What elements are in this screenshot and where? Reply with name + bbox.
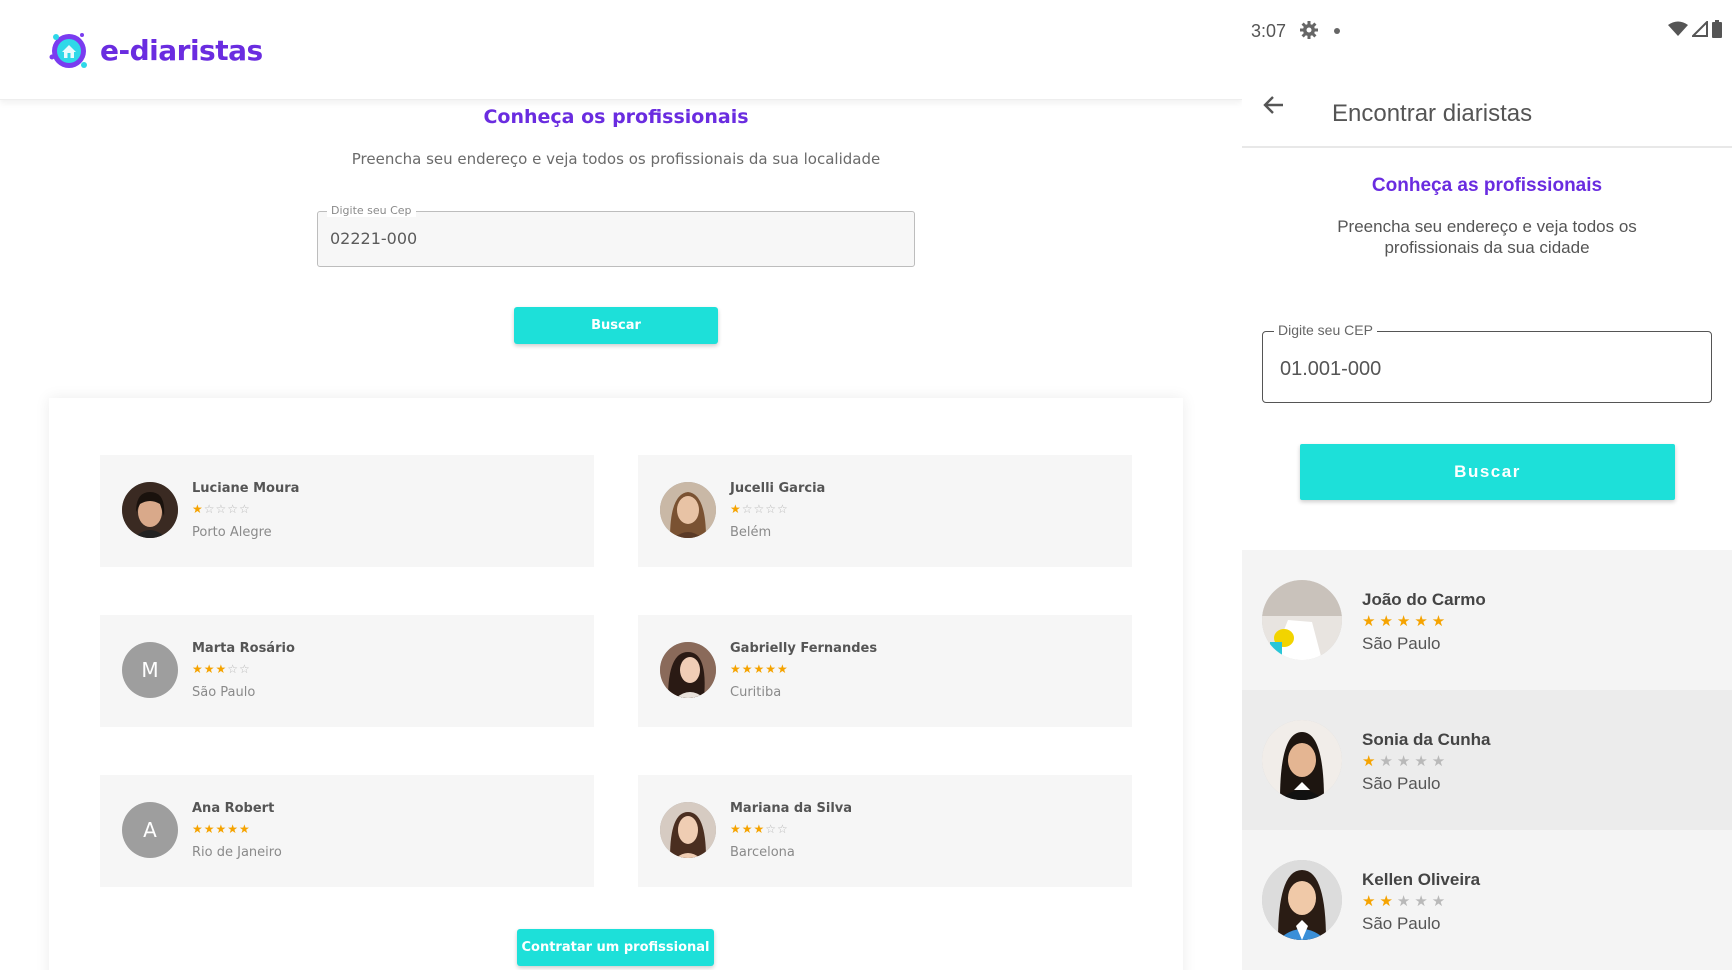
avatar [660, 482, 716, 538]
mobile-page-title: Conheça as profissionais [1371, 175, 1603, 196]
rating-stars: ★★★★★ [192, 822, 251, 836]
web-header: e-diaristas [0, 0, 1242, 100]
hire-button[interactable]: Contratar um profissional [517, 929, 714, 966]
professional-name: Gabrielly Fernandes [730, 641, 878, 656]
avatar-initial: M [122, 642, 178, 698]
search-button[interactable]: Buscar [514, 307, 718, 344]
professional-city: São Paulo [192, 685, 256, 700]
wifi-icon [1668, 21, 1688, 36]
rating-stars: ★★★★★ [1362, 893, 1450, 910]
professional-card[interactable]: A Ana Robert ★★★★★ Rio de Janeiro [100, 775, 594, 887]
professional-card[interactable]: Jucelli Garcia ★☆☆☆☆ Belém [638, 455, 1132, 567]
professional-name: Kellen Oliveira [1362, 870, 1481, 889]
mobile-cep-field[interactable]: Digite seu CEP [1262, 322, 1712, 403]
status-icons [1668, 20, 1722, 38]
professional-card[interactable]: Luciane Moura ★☆☆☆☆ Porto Alegre [100, 455, 594, 567]
house-logo-icon [49, 33, 87, 68]
status-bar: 3:07 [1242, 0, 1732, 62]
professional-name: Marta Rosário [192, 641, 295, 656]
page-title: Conheça os profissionais [483, 106, 749, 128]
avatar [660, 642, 716, 698]
mobile-search-button[interactable]: Buscar [1300, 444, 1675, 500]
page-subtitle: Preencha seu endereço e veja todos os pr… [351, 150, 881, 168]
professional-card[interactable]: M Marta Rosário ★★★☆☆ São Paulo [100, 615, 594, 727]
professional-city: São Paulo [1362, 774, 1441, 793]
avatar [1262, 580, 1342, 660]
rating-stars: ★★★★★ [730, 662, 789, 676]
professional-name: Mariana da Silva [730, 801, 853, 816]
list-item[interactable]: Kellen Oliveira ★★★★★ São Paulo [1242, 830, 1732, 970]
professional-city: Curitiba [730, 685, 782, 700]
professional-city: São Paulo [1362, 914, 1441, 933]
list-item[interactable]: Sonia da Cunha ★★★★★ São Paulo [1242, 690, 1732, 830]
mobile-app: 3:07 Encontrar diaristas Conheça as prof… [1242, 0, 1732, 970]
brand-name: e-diaristas [100, 33, 263, 67]
rating-stars: ★★★★★ [1362, 753, 1450, 770]
list-item[interactable]: João do Carmo ★★★★★ São Paulo [1242, 550, 1732, 690]
avatar [1262, 860, 1342, 940]
professional-name: Jucelli Garcia [730, 481, 826, 496]
battery-icon [1712, 20, 1722, 38]
professional-name: João do Carmo [1362, 590, 1486, 609]
professional-name: Ana Robert [192, 801, 275, 816]
rating-stars: ★★★☆☆ [730, 822, 789, 836]
back-arrow-icon[interactable] [1262, 93, 1286, 117]
professional-city: Belém [730, 525, 772, 540]
mobile-page-subtitle: Preencha seu endereço e veja todos os pr… [1337, 217, 1637, 257]
rating-stars: ★★★☆☆ [192, 662, 251, 676]
mobile-professionals-list: João do Carmo ★★★★★ São Paulo Sonia da C… [1242, 550, 1732, 970]
app-bar: Encontrar diaristas [1242, 62, 1732, 148]
cep-input[interactable] [330, 229, 890, 248]
professional-city: São Paulo [1362, 634, 1441, 653]
professional-name: Sonia da Cunha [1362, 730, 1491, 749]
avatar [122, 482, 178, 538]
screenshot-root: e-diaristas Conheça os profissionais Pre… [0, 0, 1732, 970]
professionals-panel: Luciane Moura ★☆☆☆☆ Porto Alegre Jucelli… [49, 398, 1183, 970]
professional-city: Porto Alegre [192, 525, 272, 540]
notification-dot-icon [1334, 28, 1340, 34]
professional-name: Luciane Moura [192, 481, 300, 496]
cep-field[interactable]: Digite seu Cep [317, 204, 915, 267]
mobile-cep-label: Digite seu CEP [1274, 322, 1377, 338]
brand-logo[interactable]: e-diaristas [46, 27, 263, 73]
rating-stars: ★☆☆☆☆ [730, 502, 789, 516]
avatar [1262, 720, 1342, 800]
avatar [660, 802, 716, 858]
avatar-initial: A [122, 802, 178, 858]
professional-city: Rio de Janeiro [192, 845, 282, 860]
status-time: 3:07 [1251, 21, 1287, 41]
app-bar-title: Encontrar diaristas [1332, 100, 1533, 127]
professional-card[interactable]: Mariana da Silva ★★★☆☆ Barcelona [638, 775, 1132, 887]
cep-field-label: Digite seu Cep [327, 204, 416, 217]
signal-icon [1692, 21, 1708, 37]
gear-icon [1300, 21, 1318, 39]
web-app: e-diaristas Conheça os profissionais Pre… [0, 0, 1242, 970]
rating-stars: ★★★★★ [1362, 613, 1450, 630]
professional-city: Barcelona [730, 845, 795, 860]
rating-stars: ★☆☆☆☆ [192, 502, 251, 516]
mobile-cep-input[interactable] [1280, 358, 1680, 381]
professional-card[interactable]: Gabrielly Fernandes ★★★★★ Curitiba [638, 615, 1132, 727]
